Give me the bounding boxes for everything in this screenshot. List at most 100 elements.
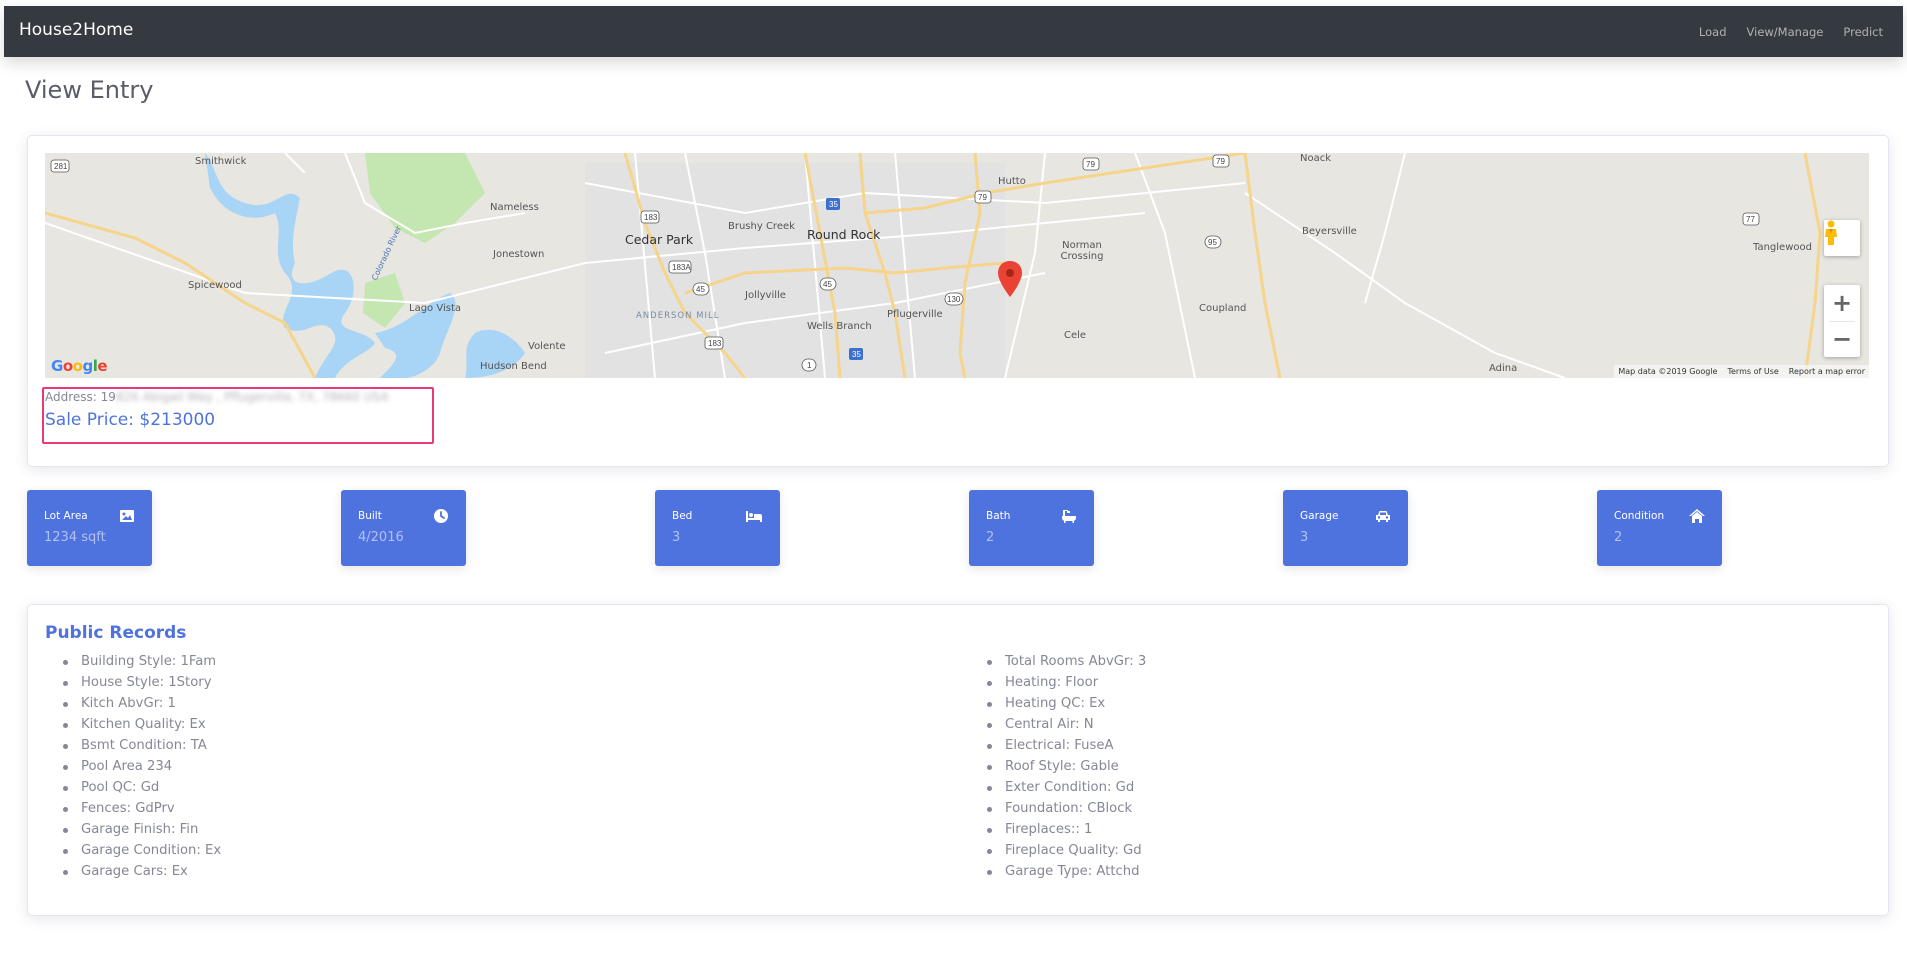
home-icon — [1689, 509, 1705, 523]
map-label: Jollyville — [745, 290, 786, 301]
lake — [205, 153, 375, 378]
svg-text:183: 183 — [644, 213, 658, 222]
image-icon — [120, 510, 134, 522]
clock-icon — [434, 509, 448, 523]
bed-icon — [746, 511, 762, 522]
stat-card-built[interactable]: Built 4/2016 — [341, 490, 466, 566]
svg-text:45: 45 — [696, 285, 705, 294]
svg-text:1: 1 — [807, 361, 812, 370]
nav-links: Load View/Manage Predict — [1699, 25, 1883, 39]
stat-label: Condition — [1614, 510, 1665, 522]
stat-label: Bath — [986, 510, 1011, 522]
record-item: Garage Cars: Ex — [45, 861, 221, 882]
map-label: Wells Branch — [807, 321, 872, 332]
records-list-left: Building Style: 1Fam House Style: 1Story… — [45, 651, 221, 882]
stat-card-lot-area[interactable]: Lot Area 1234 sqft — [27, 490, 152, 566]
park-area — [365, 153, 485, 243]
record-item: Bsmt Condition: TA — [45, 735, 221, 756]
public-records-title: Public Records — [45, 623, 187, 643]
record-item: Fireplace Quality: Gd — [969, 840, 1146, 861]
svg-text:183: 183 — [708, 339, 722, 348]
nav-link-predict[interactable]: Predict — [1843, 25, 1883, 39]
sale-price: Sale Price: $213000 — [45, 410, 216, 430]
svg-text:130: 130 — [947, 295, 961, 304]
record-item: Fences: GdPrv — [45, 798, 221, 819]
map-label: Volente — [528, 341, 566, 352]
map-pin-icon — [998, 261, 1022, 297]
nav-link-load[interactable]: Load — [1699, 25, 1727, 39]
stat-value: 3 — [672, 530, 681, 545]
zoom-out-button[interactable]: − — [1824, 321, 1860, 357]
record-item: Kitchen Quality: Ex — [45, 714, 221, 735]
pegman-icon — [1825, 220, 1837, 245]
nav-link-view-manage[interactable]: View/Manage — [1747, 25, 1824, 39]
car-icon — [1376, 511, 1390, 522]
record-item: Garage Condition: Ex — [45, 840, 221, 861]
record-item: Heating QC: Ex — [969, 693, 1146, 714]
record-item: Electrical: FuseA — [969, 735, 1146, 756]
stat-value: 1234 sqft — [44, 530, 106, 545]
record-item: House Style: 1Story — [45, 672, 221, 693]
stat-card-bed[interactable]: Bed 3 — [655, 490, 780, 566]
zoom-separator — [1829, 321, 1855, 322]
street-view-button[interactable] — [1824, 220, 1860, 256]
map-label: Tanglewood — [1753, 242, 1812, 253]
stat-card-garage[interactable]: Garage 3 — [1283, 490, 1408, 566]
map-label: Coupland — [1199, 303, 1247, 314]
address-label: Address: 19 — [45, 390, 116, 404]
svg-text:35: 35 — [829, 200, 838, 209]
svg-text:79: 79 — [978, 193, 987, 202]
zoom-in-button[interactable]: + — [1824, 285, 1860, 321]
map-label: Spicewood — [188, 280, 242, 291]
map-canvas: 281 183 183A 45 183 45 1 79 79 79 130 95… — [45, 153, 1822, 378]
record-item: Garage Type: Attchd — [969, 861, 1146, 882]
map-label: Norman Crossing — [1060, 240, 1104, 262]
bath-icon — [1062, 510, 1076, 523]
record-item: Foundation: CBlock — [969, 798, 1146, 819]
record-item: Pool QC: Gd — [45, 777, 221, 798]
record-item: Roof Style: Gable — [969, 756, 1146, 777]
record-item: Heating: Floor — [969, 672, 1146, 693]
map-label: Nameless — [490, 202, 539, 213]
svg-text:95: 95 — [1208, 238, 1217, 247]
map-label: Lago Vista — [409, 303, 462, 314]
record-item: Exter Condition: Gd — [969, 777, 1146, 798]
zoom-control: + − — [1824, 285, 1860, 357]
svg-text:79: 79 — [1216, 157, 1225, 166]
map-label: Cedar Park — [625, 232, 694, 247]
map-label: Smithwick — [195, 156, 247, 167]
google-logo[interactable]: Google — [51, 357, 108, 375]
map-data-text: Map data ©2019 Google — [1618, 367, 1718, 376]
map-label: Jonestown — [493, 249, 545, 260]
svg-text:183A: 183A — [672, 263, 691, 272]
map-label: Round Rock — [807, 227, 881, 242]
map-label: ANDERSON MILL — [636, 311, 720, 321]
stat-label: Built — [358, 510, 382, 522]
map-label: Hutto — [998, 176, 1026, 187]
stat-card-condition[interactable]: Condition 2 — [1597, 490, 1722, 566]
svg-text:77: 77 — [1746, 215, 1755, 224]
map-label: Hudson Bend — [480, 361, 547, 372]
map-card: 281 183 183A 45 183 45 1 79 79 79 130 95… — [27, 135, 1889, 467]
records-list-right: Total Rooms AbvGr: 3 Heating: Floor Heat… — [969, 651, 1146, 882]
map-label: Noack — [1300, 153, 1332, 164]
stat-value: 2 — [986, 530, 995, 545]
record-item: Fireplaces:: 1 — [969, 819, 1146, 840]
stat-label: Bed — [672, 510, 693, 522]
google-map[interactable]: 281 183 183A 45 183 45 1 79 79 79 130 95… — [45, 153, 1869, 378]
record-item: Pool Area 234 — [45, 756, 221, 777]
map-label: Pflugerville — [887, 309, 943, 320]
svg-text:79: 79 — [1086, 160, 1095, 169]
map-label: Adina — [1489, 363, 1518, 374]
record-item: Kitch AbvGr: 1 — [45, 693, 221, 714]
brand-logo[interactable]: House2Home — [19, 20, 133, 40]
stat-label: Lot Area — [44, 510, 88, 522]
terms-link[interactable]: Terms of Use — [1727, 367, 1778, 376]
stat-value: 2 — [1614, 530, 1623, 545]
report-error-link[interactable]: Report a map error — [1789, 367, 1865, 376]
map-label: Beyersville — [1302, 226, 1357, 237]
map-attribution: Map data ©2019 Google Terms of Use Repor… — [1614, 365, 1869, 378]
stat-card-bath[interactable]: Bath 2 — [969, 490, 1094, 566]
address-text: Address: 19826 Abigail Way , Pflugervill… — [45, 390, 389, 404]
record-item: Total Rooms AbvGr: 3 — [969, 651, 1146, 672]
